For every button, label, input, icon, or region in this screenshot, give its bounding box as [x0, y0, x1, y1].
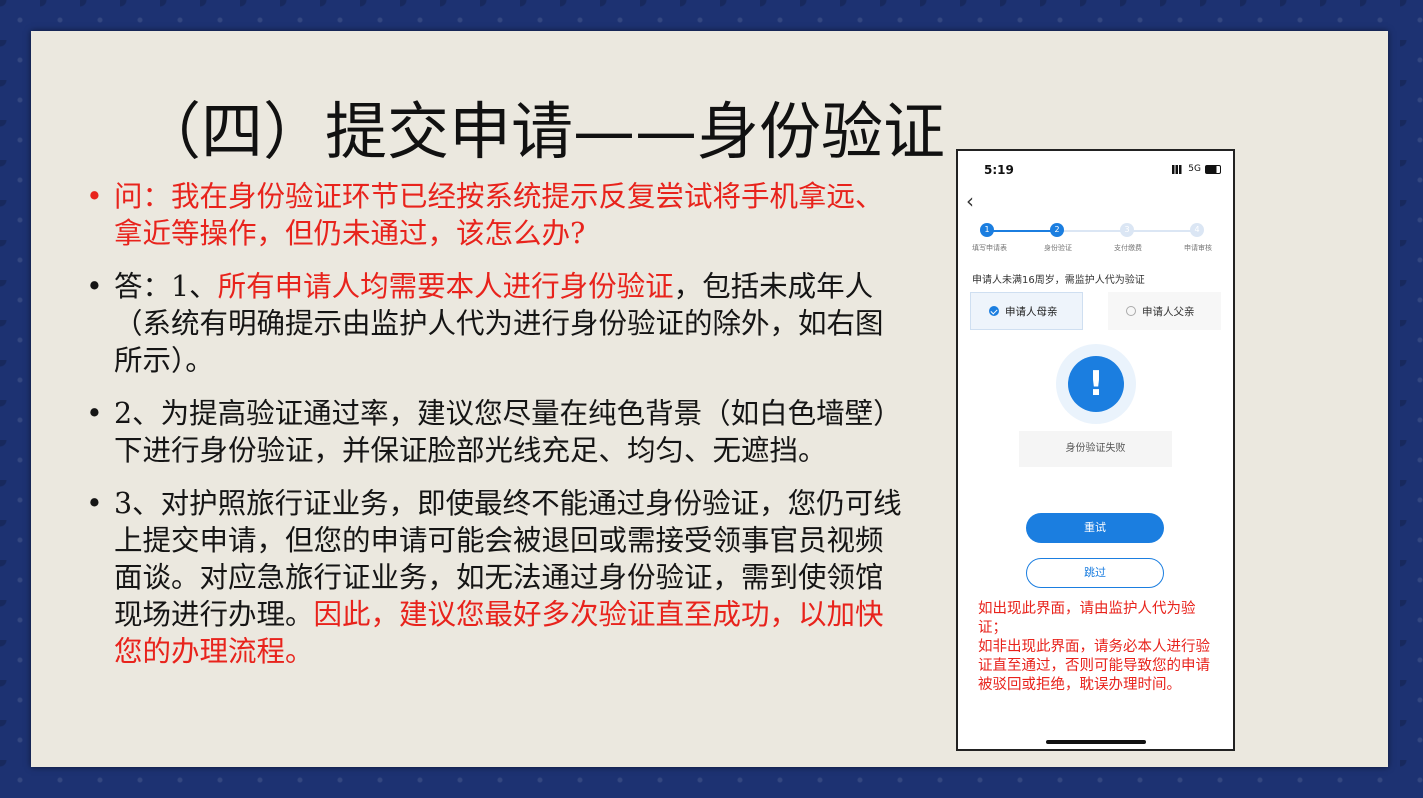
slide-title: （四）提交申请——身份验证: [139, 95, 946, 168]
red-annotation: 如出现此界面，请由监护人代为验证； 如非出现此界面，请务必本人进行验证直至通过，…: [978, 600, 1223, 695]
option-mother[interactable]: 申请人母亲: [970, 292, 1083, 330]
option-father[interactable]: 申请人父亲: [1108, 292, 1221, 330]
network-label: 5G: [1188, 164, 1201, 174]
bullet-item: • 2、为提高验证通过率，建议您尽量在纯色背景（如白色墙壁）下进行身份验证，并保证…: [86, 395, 906, 469]
guardian-note: 申请人未满16周岁，需监护人代为验证: [972, 275, 1145, 286]
battery-icon: [1205, 164, 1221, 174]
bullet-dot: •: [86, 270, 103, 303]
phone-screenshot: 5:19 5G ‹ 1 2 3 4 填写申请表 身份验证 支付缴费 申请审核 申…: [956, 149, 1235, 751]
radio-unchecked-icon: [1126, 306, 1136, 316]
bullet-dot: •: [86, 180, 103, 213]
bullet-text: 2、为提高验证通过率，建议您尽量在纯色背景（如白色墙壁）下进行身份验证，并保证脸…: [114, 397, 902, 467]
bullet-dot: •: [86, 397, 103, 430]
step-2: 2: [1050, 223, 1064, 237]
skip-button[interactable]: 跳过: [1026, 558, 1164, 588]
bullet-text: 问：我在身份验证环节已经按系统提示反复尝试将手机拿远、拿近等操作，但仍未通过，该…: [114, 180, 884, 250]
verification-failed-text: 身份验证失败: [1019, 431, 1172, 467]
annotation-line-2: 如非出现此界面，请务必本人进行验证直至通过，否则可能导致您的申请被驳回或拒绝，耽…: [978, 639, 1210, 693]
step-4: 4: [1190, 223, 1204, 237]
bullet-text: 答：1、: [114, 270, 218, 303]
bullet-item: • 3、对护照旅行证业务，即使最终不能通过身份验证，您仍可线上提交申请，但您的申请…: [86, 485, 906, 670]
bullet-list: • 问：我在身份验证环节已经按系统提示反复尝试将手机拿远、拿近等操作，但仍未通过，…: [86, 178, 906, 686]
step-1: 1: [980, 223, 994, 237]
chevron-left-icon[interactable]: ‹: [966, 189, 974, 213]
home-indicator: [1046, 740, 1146, 744]
bullet-text: 所有申请人均需要本人进行身份验证: [217, 270, 674, 303]
step-1-label: 填写申请表: [972, 244, 1007, 252]
step-3-label: 支付缴费: [1114, 244, 1142, 252]
step-2-label: 身份验证: [1044, 244, 1072, 252]
option-father-label: 申请人父亲: [1142, 305, 1195, 318]
option-mother-label: 申请人母亲: [1005, 305, 1058, 318]
annotation-line-1: 如出现此界面，请由监护人代为验证；: [978, 601, 1196, 636]
signal-icon: [1172, 164, 1185, 174]
step-4-label: 申请审核: [1184, 244, 1212, 252]
bullet-item: • 答：1、所有申请人均需要本人进行身份验证，包括未成年人（系统有明确提示由监护人…: [86, 268, 906, 379]
radio-checked-icon: [989, 306, 999, 316]
retry-button[interactable]: 重试: [1026, 513, 1164, 543]
bullet-dot: •: [86, 487, 103, 520]
exclamation-icon: !: [1068, 356, 1124, 412]
slide: （四）提交申请——身份验证 • 问：我在身份验证环节已经按系统提示反复尝试将手机拿…: [31, 31, 1388, 767]
status-indicators: 5G: [1172, 164, 1221, 174]
bullet-item: • 问：我在身份验证环节已经按系统提示反复尝试将手机拿远、拿近等操作，但仍未通过，…: [86, 178, 906, 252]
progress-steps: 1 2 3 4 填写申请表 身份验证 支付缴费 申请审核: [972, 223, 1222, 253]
status-time: 5:19: [984, 163, 1014, 177]
step-3: 3: [1120, 223, 1134, 237]
